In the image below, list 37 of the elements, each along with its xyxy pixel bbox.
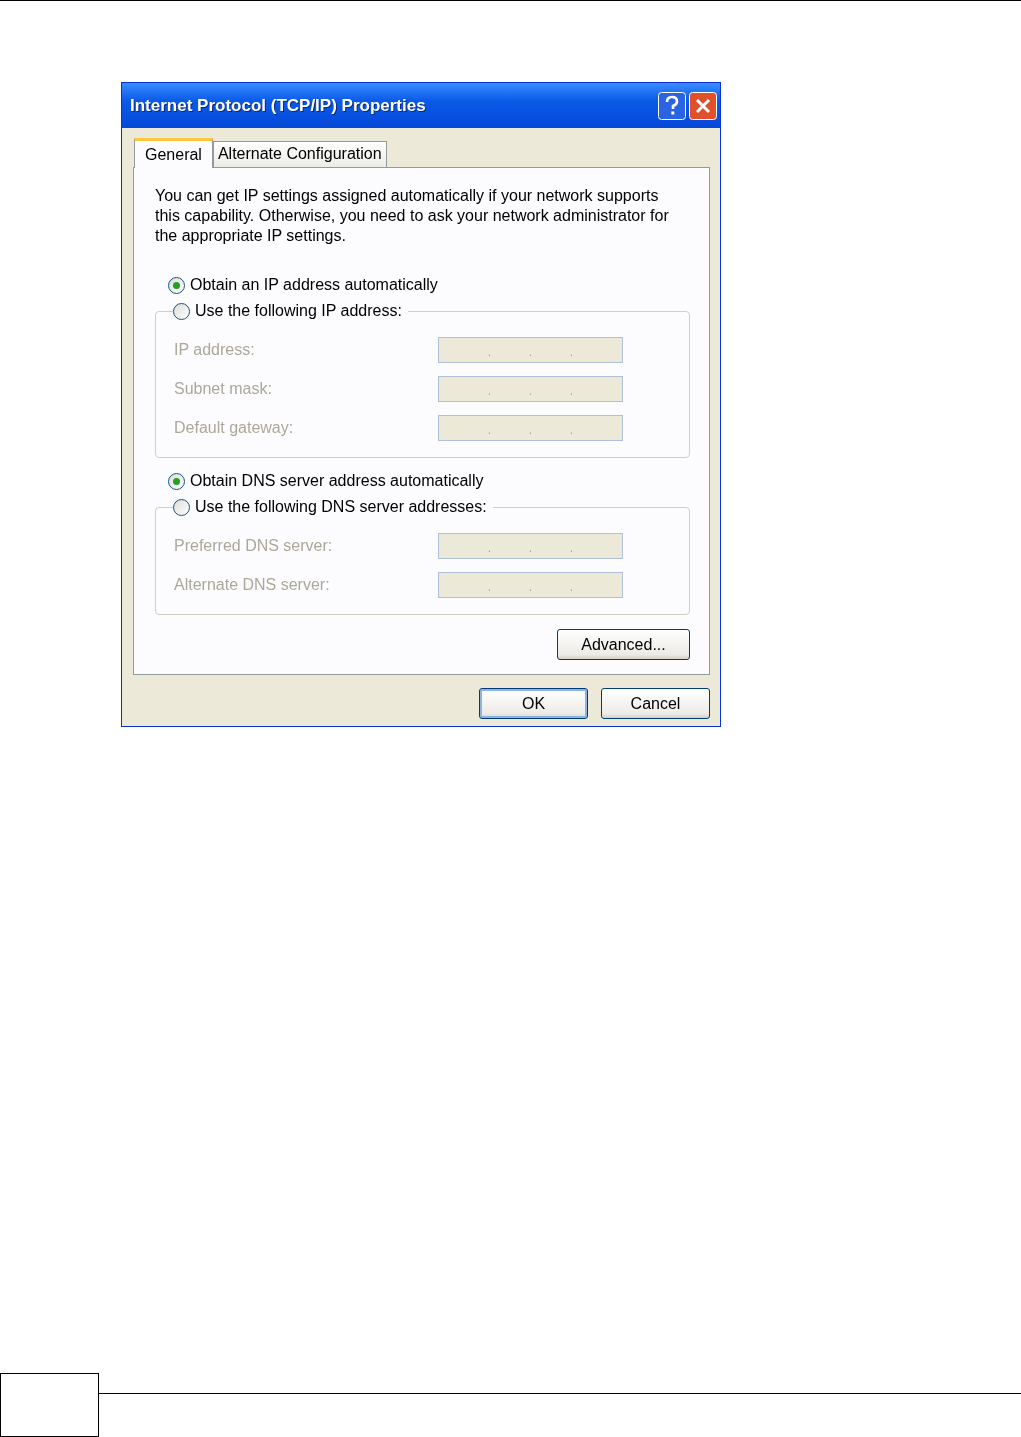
- radio-button[interactable]: [173, 498, 190, 516]
- field-label: Alternate DNS server:: [174, 575, 330, 594]
- ok-button[interactable]: OK: [479, 688, 588, 719]
- radio-button[interactable]: [168, 472, 185, 490]
- octet-separator: .: [487, 580, 492, 593]
- description-text: You can get IP settings assigned automatically if your network supports this capability. Otherwise, you need to ask your network administrator for the appropriate IP settings.: [155, 186, 670, 246]
- option-label[interactable]: Obtain DNS server address automatically: [190, 472, 484, 490]
- octet-separator: .: [569, 384, 574, 397]
- octet-separator: .: [487, 384, 492, 397]
- octet-separator: .: [569, 541, 574, 554]
- radio-button[interactable]: [168, 276, 185, 294]
- field-label: Preferred DNS server:: [174, 536, 333, 555]
- field-label: Subnet mask:: [174, 379, 272, 398]
- octet-separator: .: [528, 423, 533, 436]
- field-label: Default gateway:: [174, 418, 294, 437]
- close-icon[interactable]: [689, 91, 717, 120]
- tab[interactable]: Alternate Configuration: [212, 141, 387, 167]
- octet-separator: .: [528, 384, 533, 397]
- octet-separator: .: [569, 423, 574, 436]
- help-icon[interactable]: [658, 91, 686, 120]
- octet-separator: .: [528, 580, 533, 593]
- cancel-button[interactable]: Cancel: [601, 688, 710, 719]
- octet-separator: .: [569, 345, 574, 358]
- tab[interactable]: General: [134, 138, 213, 168]
- window-title: Internet Protocol (TCP/IP) Properties: [130, 95, 426, 116]
- field-label: IP address:: [174, 340, 255, 359]
- octet-separator: .: [569, 580, 574, 593]
- octet-separator: .: [487, 423, 492, 436]
- octet-separator: .: [487, 345, 492, 358]
- option-label[interactable]: Use the following DNS server addresses:: [195, 498, 487, 516]
- option-label[interactable]: Obtain an IP address automatically: [190, 276, 438, 294]
- octet-separator: .: [528, 345, 533, 358]
- radio-button[interactable]: [173, 302, 190, 320]
- advanced-button[interactable]: Advanced...: [557, 629, 690, 660]
- octet-separator: .: [528, 541, 533, 554]
- option-label[interactable]: Use the following IP address:: [195, 302, 402, 320]
- octet-separator: .: [487, 541, 492, 554]
